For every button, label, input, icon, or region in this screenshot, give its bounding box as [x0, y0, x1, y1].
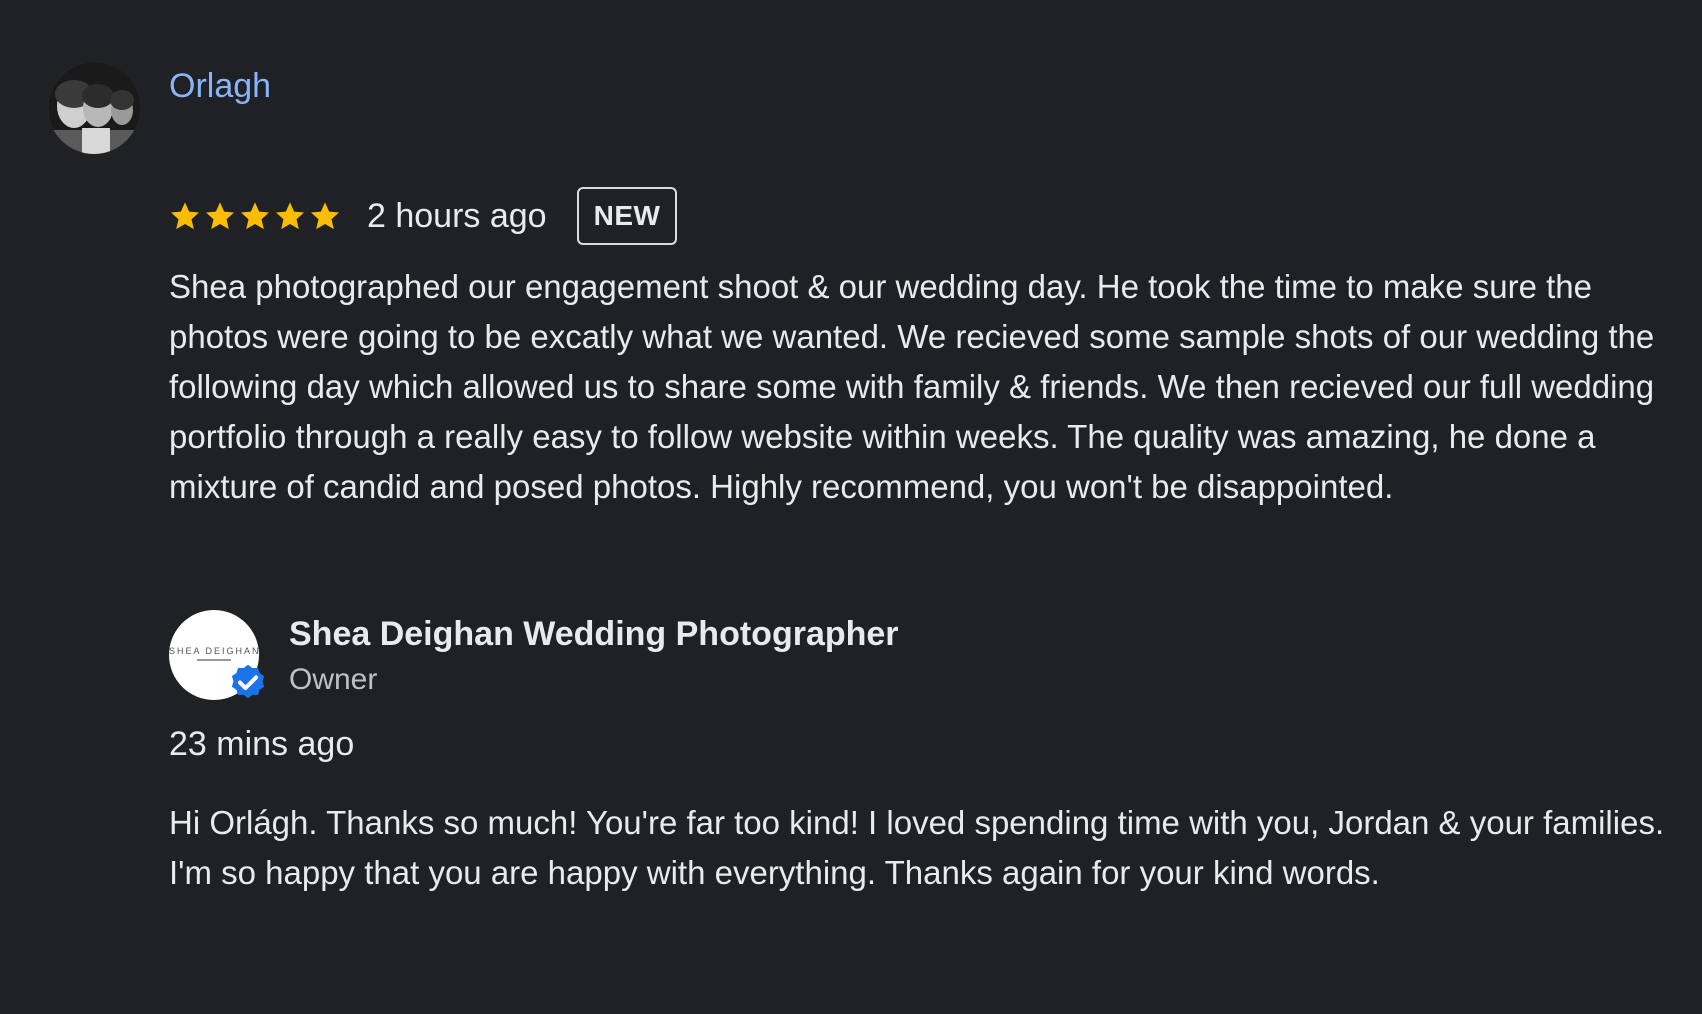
reviewer-name[interactable]: Orlagh: [169, 64, 271, 108]
review-card: Orlagh 2 hours ago NEW Shea photographed…: [0, 0, 1702, 1014]
star-icon: [171, 202, 199, 230]
owner-role: Owner: [289, 663, 378, 696]
review-meta: 2 hours ago NEW: [169, 186, 678, 246]
owner-name: Shea Deighan Wedding Photographer: [289, 615, 899, 653]
star-icon: [241, 202, 269, 230]
verified-check-icon: [231, 664, 265, 699]
star-rating: [169, 200, 341, 232]
reviewer-avatar[interactable]: [48, 62, 140, 154]
reply-time: 23 mins ago: [169, 725, 355, 763]
review-text: Shea photographed our engagement shoot &…: [169, 268, 1655, 505]
new-badge: NEW: [576, 187, 678, 245]
star-icon: [206, 202, 234, 230]
review-time: 2 hours ago: [367, 196, 547, 235]
reply-text: Hi Orlágh. Thanks so much! You're far to…: [169, 804, 1665, 891]
owner-logo-text: SHEA DEIGHAN: [169, 646, 259, 656]
star-icon: [311, 202, 339, 230]
star-icon: [276, 202, 304, 230]
